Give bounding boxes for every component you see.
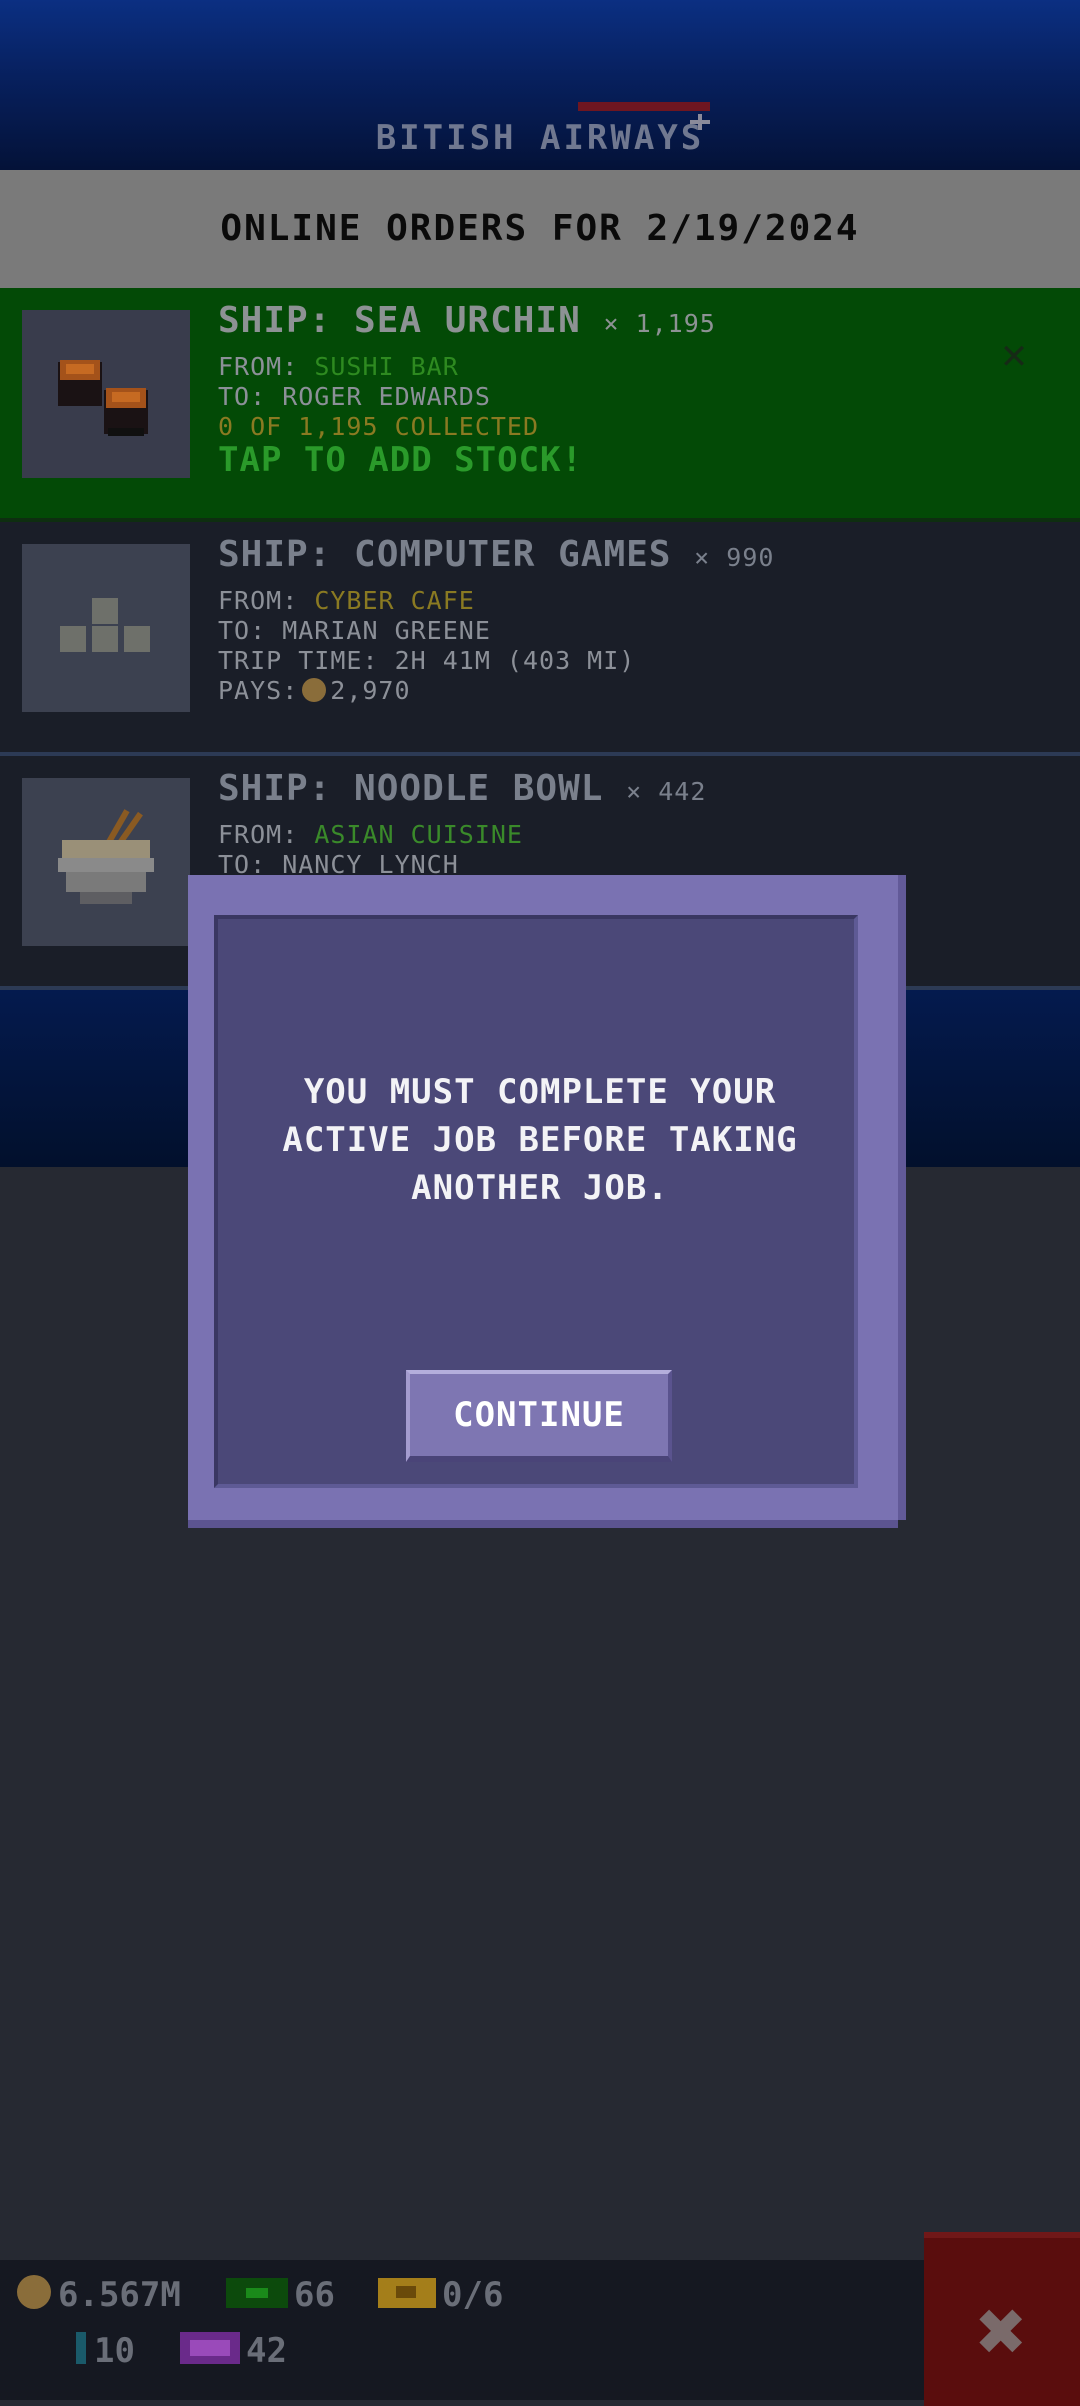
bottom-status-bar: 6.567M 66 0/6 10 42: [0, 2260, 1080, 2400]
elevator-stat[interactable]: 10: [74, 2330, 135, 2375]
vip-stat[interactable]: 42: [180, 2330, 287, 2375]
order-ship-title: SHIP: NOODLE BOWL × 442: [218, 768, 707, 809]
elevator-icon: [74, 2330, 88, 2375]
order-pays: PAYS: 2,970: [218, 676, 411, 705]
order-from: FROM: SUSHI BAR: [218, 352, 459, 381]
order-to: TO: ROGER EDWARDS: [218, 382, 491, 411]
order-from: FROM: CYBER CAFE: [218, 586, 475, 615]
order-item-sea-urchin[interactable]: SHIP: SEA URCHIN × 1,195 FROM: SUSHI BAR…: [0, 288, 1080, 522]
order-to: TO: MARIAN GREENE: [218, 616, 491, 645]
orders-title-bar: ONLINE ORDERS FOR 2/19/2024: [0, 170, 1080, 288]
modal-message: YOU MUST COMPLETE YOUR ACTIVE JOB BEFORE…: [282, 1072, 798, 1208]
airline-name: BITISH AIRWAYS: [375, 118, 705, 158]
bux-icon: [226, 2274, 288, 2319]
order-trip-time: TRIP TIME: 2H 41M (403 MI): [218, 646, 636, 675]
close-icon: ✖: [976, 2282, 1028, 2380]
order-quantity: × 442: [626, 777, 707, 806]
tetris-block-icon: [22, 544, 190, 712]
order-from: FROM: ASIAN CUISINE: [218, 820, 523, 849]
page-title: ONLINE ORDERS FOR 2/19/2024: [220, 208, 860, 249]
order-quantity: × 1,195: [603, 309, 716, 338]
tickets-stat[interactable]: 0/6: [378, 2274, 503, 2319]
add-stock-prompt[interactable]: TAP TO ADD STOCK!: [218, 440, 583, 480]
order-ship-title: SHIP: COMPUTER GAMES × 990: [218, 534, 775, 575]
ticket-icon: [378, 2274, 436, 2319]
airline-logo-swoosh: [578, 102, 710, 111]
vip-icon: [180, 2330, 240, 2375]
coin-icon: [302, 678, 327, 702]
sushi-roll-icon: [22, 310, 190, 478]
close-button[interactable]: ✖: [924, 2232, 1080, 2406]
bux-stat[interactable]: 66: [226, 2274, 335, 2319]
noodle-bowl-icon: [22, 778, 190, 946]
app-header: BITISH AIRWAYS: [0, 0, 1080, 170]
coins-stat[interactable]: 6.567M: [16, 2274, 181, 2319]
order-ship-title: SHIP: SEA URCHIN × 1,195: [218, 300, 716, 341]
order-collected-status: 0 OF 1,195 COLLECTED: [218, 412, 540, 441]
order-item-computer-games[interactable]: SHIP: COMPUTER GAMES × 990 FROM: CYBER C…: [0, 522, 1080, 756]
close-icon[interactable]: ✕: [994, 333, 1034, 375]
continue-button[interactable]: CONTINUE: [406, 1370, 672, 1462]
coin-icon: [16, 2274, 52, 2319]
order-quantity: × 990: [694, 543, 775, 572]
